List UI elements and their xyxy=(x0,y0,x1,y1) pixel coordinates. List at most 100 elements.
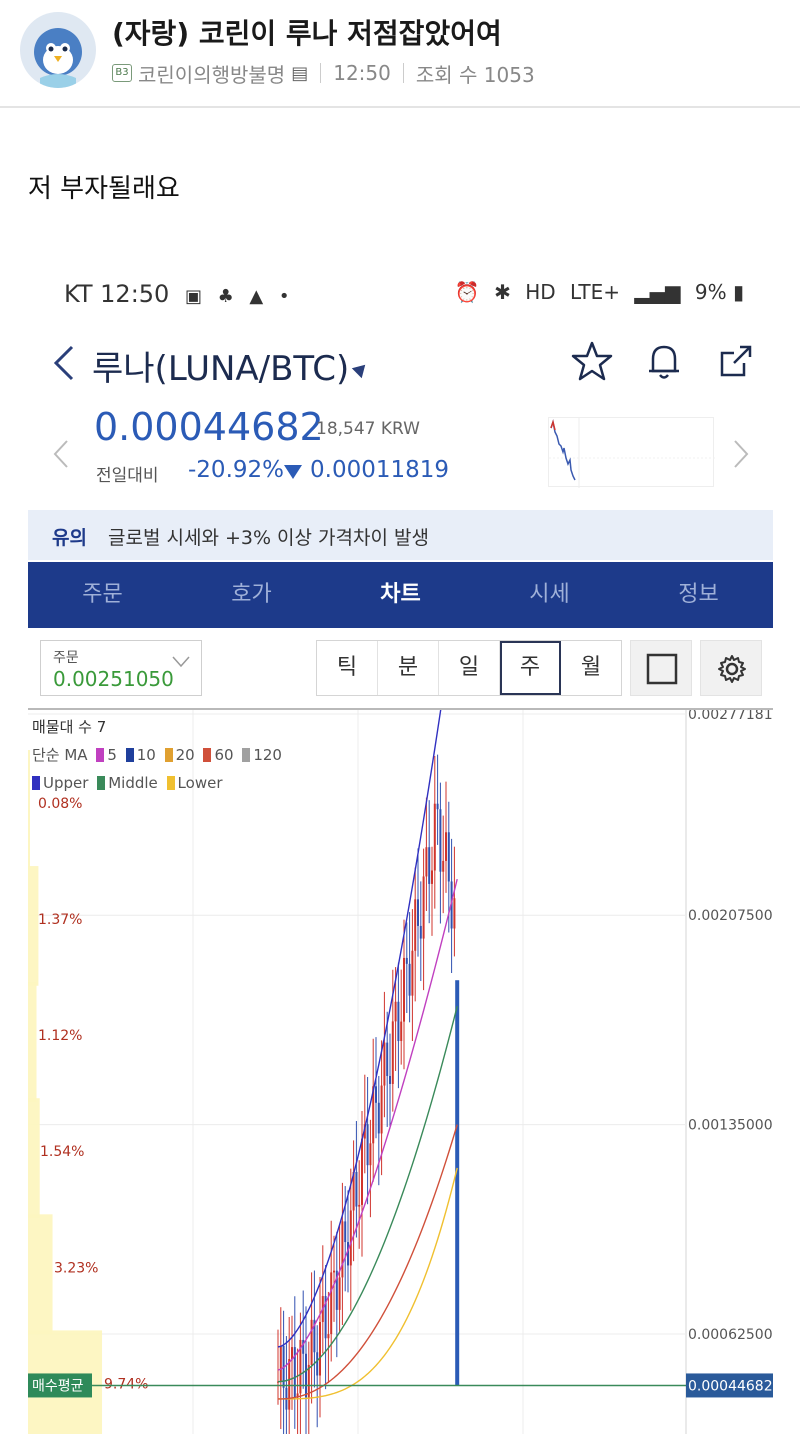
legend-swatch xyxy=(166,776,175,790)
candle-body xyxy=(355,1171,358,1207)
back-icon[interactable] xyxy=(48,343,78,383)
carrier-time: KT 12:50 xyxy=(64,280,170,308)
post-body: 저 부자될래요 xyxy=(28,174,180,204)
legend-swatch xyxy=(96,748,105,762)
tab-order[interactable]: 주문 xyxy=(28,562,177,628)
volume-profile-label: 1.54% xyxy=(40,1144,84,1160)
post-meta: B3 코린이의행방불명 ▤ 12:50 조회 수 1053 xyxy=(112,59,535,88)
candle-body xyxy=(411,950,414,996)
volume-profile-label: 9.74% xyxy=(104,1376,148,1392)
candle-body xyxy=(389,1075,391,1084)
candle-body xyxy=(279,1345,282,1382)
period-selector: 틱 분 일 주 월 xyxy=(316,640,622,696)
candle-body xyxy=(391,1021,394,1084)
legend-swatch xyxy=(32,776,40,790)
candle-body xyxy=(425,847,428,877)
author-name[interactable]: 코린이의행방불명 xyxy=(138,59,285,88)
legend-ma10: 10 xyxy=(136,746,156,764)
down-arrow-icon xyxy=(284,465,302,479)
volume-profile-label: 1.12% xyxy=(38,1028,82,1044)
chart-toolbar: 주문 0.00251050 틱 분 일 주 월 xyxy=(28,636,773,700)
bollinger-upper-line xyxy=(277,710,442,1348)
battery-percent: 9% xyxy=(694,280,727,304)
chevron-left-icon[interactable] xyxy=(52,439,70,469)
legend-swatch xyxy=(242,748,251,762)
legend-ma20: 20 xyxy=(175,746,195,764)
candle-body xyxy=(366,1124,369,1166)
post-time: 12:50 xyxy=(333,61,391,85)
period-week[interactable]: 주 xyxy=(500,641,561,695)
candle-body xyxy=(445,832,447,861)
avatar[interactable] xyxy=(20,12,96,88)
price-chart[interactable]: 0.00277181 0.00207500 0.00135000 0.00062500… xyxy=(28,708,773,1434)
ma-legend-label: 단순 MA xyxy=(32,746,88,764)
star-icon[interactable] xyxy=(570,339,614,383)
legend-upper: Upper xyxy=(43,774,89,792)
tab-market-price[interactable]: 시세 xyxy=(475,562,624,628)
candle-body xyxy=(419,925,422,939)
change-label: 전일대비 xyxy=(96,466,159,486)
change-percent: -20.92% xyxy=(188,457,284,483)
app-header: 루나(LUNA/BTC) xyxy=(40,335,770,395)
candle-body xyxy=(349,1210,352,1266)
candle-body xyxy=(422,876,425,939)
dropdown-caret-icon[interactable] xyxy=(351,359,371,379)
tab-info[interactable]: 정보 xyxy=(624,562,773,628)
share-icon[interactable] xyxy=(714,339,758,383)
notice-tag: 유의 xyxy=(52,527,87,549)
volume-profile-label: 3.23% xyxy=(54,1260,98,1276)
mini-price-chart[interactable] xyxy=(548,417,715,488)
candle-body xyxy=(447,832,450,882)
upload-icon: ▲ xyxy=(249,286,264,307)
candle-body xyxy=(319,1322,321,1376)
period-tick[interactable]: 틱 xyxy=(317,641,378,695)
candle-body xyxy=(377,1102,380,1134)
candle-body xyxy=(455,980,460,1386)
candle-body xyxy=(439,809,442,872)
y-tick-label: 0.00207500 xyxy=(688,908,773,924)
bell-icon[interactable] xyxy=(642,339,686,383)
square-icon xyxy=(646,653,678,685)
candle-body xyxy=(394,1001,397,1022)
chart-title: 매물대 수 7 xyxy=(32,718,107,736)
battery-icon: ▮ xyxy=(732,280,744,304)
post-header: (자랑) 코린이 루나 저점잡았어여 B3 코린이의행방불명 ▤ 12:50 조… xyxy=(0,0,800,108)
legend-lower: Lower xyxy=(177,774,223,792)
change-amount: 0.00011819 xyxy=(310,457,450,483)
avg-buy-label: 매수평균 xyxy=(32,1378,84,1394)
tab-chart[interactable]: 차트 xyxy=(326,562,475,628)
candle-body xyxy=(417,899,419,926)
period-day[interactable]: 일 xyxy=(439,641,500,695)
network-label: LTE+ xyxy=(570,280,621,304)
fullscreen-button[interactable] xyxy=(630,640,692,696)
main-tabs: 주문 호가 차트 시세 정보 xyxy=(28,562,773,628)
candle-body xyxy=(316,1352,319,1376)
candle-body xyxy=(375,1086,377,1103)
legend-swatch xyxy=(164,748,173,762)
candle-body xyxy=(327,1334,330,1339)
period-month[interactable]: 월 xyxy=(561,641,621,695)
notice-text: 글로벌 시세와 +3% 이상 가격차이 발생 xyxy=(108,527,429,549)
order-price-select[interactable]: 주문 0.00251050 xyxy=(40,640,202,696)
candle-body xyxy=(291,1347,293,1360)
candle-body xyxy=(433,803,436,871)
candle-body xyxy=(341,1221,344,1278)
volume-profile-bar xyxy=(28,866,39,986)
candle-body xyxy=(405,957,408,964)
candle-body xyxy=(386,1042,389,1076)
tab-orderbook[interactable]: 호가 xyxy=(177,562,326,628)
gallery-icon: ▣ xyxy=(184,286,202,307)
ma-legend: 단순 MA 5 10 20 60 120 xyxy=(32,744,282,765)
candle-body xyxy=(369,1143,372,1166)
candle-body xyxy=(428,847,431,884)
coin-title[interactable]: 루나(LUNA/BTC) xyxy=(92,341,349,390)
order-label: 주문 xyxy=(53,650,79,666)
price-row: 0.00044682 18,547 KRW 전일대비 -20.92% 0.000… xyxy=(40,405,770,497)
legend-ma60: 60 xyxy=(214,746,234,764)
legend-swatch xyxy=(97,776,106,790)
chart-settings-button[interactable] xyxy=(700,640,762,696)
period-minute[interactable]: 분 xyxy=(378,641,439,695)
order-value: 0.00251050 xyxy=(53,667,174,691)
bluetooth-icon: ✱ xyxy=(494,280,511,304)
chevron-right-icon[interactable] xyxy=(732,439,750,469)
